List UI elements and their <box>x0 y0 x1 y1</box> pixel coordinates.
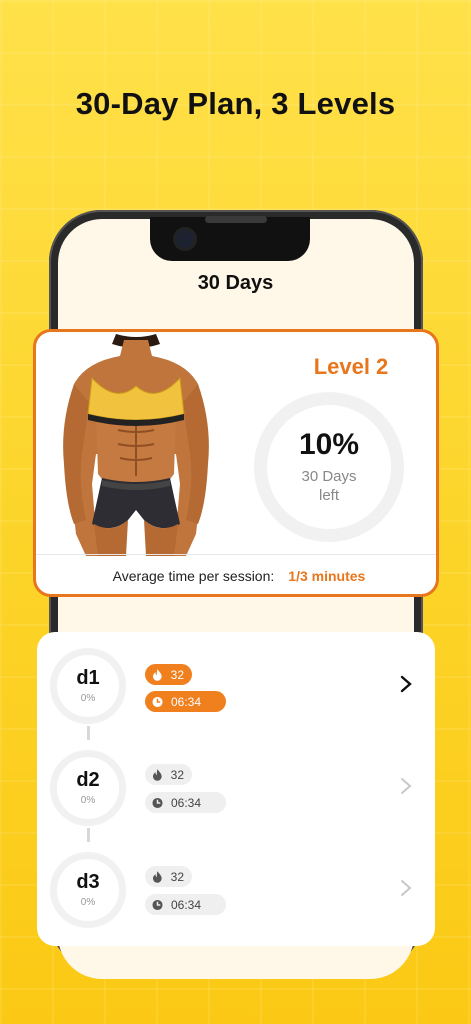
headline: 30-Day Plan, 3 Levels <box>75 86 396 121</box>
chevron-right-icon[interactable] <box>399 776 413 796</box>
day-row-d1[interactable]: d1 0% 32 06:34 <box>37 632 435 732</box>
average-time-label: Average time per session: <box>112 568 275 584</box>
calories-value: 32 <box>170 869 184 884</box>
day-row-d2[interactable]: d2 0% 32 06:34 <box>37 734 435 834</box>
duration-value: 06:34 <box>171 694 202 709</box>
clock-icon <box>152 797 163 808</box>
day-progress-circle: d1 0% <box>50 648 126 724</box>
day-percent: 0% <box>80 795 96 806</box>
days-left: 30 Days left <box>254 467 404 505</box>
day-progress-circle: d2 0% <box>50 750 126 826</box>
calories-badge: 32 <box>145 664 192 685</box>
card-divider <box>36 554 436 555</box>
calories-badge: 32 <box>145 764 192 785</box>
chevron-right-icon[interactable] <box>399 878 413 898</box>
level-label: Level 2 <box>313 354 389 379</box>
duration-value: 06:34 <box>171 897 202 912</box>
fitness-model-illustration <box>63 334 209 556</box>
calories-value: 32 <box>170 667 184 682</box>
duration-badge: 06:34 <box>145 894 226 915</box>
duration-value: 06:34 <box>171 795 202 810</box>
day-list: d1 0% 32 06:34 d2 0% 32 06:34 d3 0% 32 0… <box>37 632 435 946</box>
clock-icon <box>152 696 163 707</box>
flame-icon <box>152 768 162 781</box>
flame-icon <box>152 870 162 883</box>
level-card[interactable]: Level 2 10% 30 Days left Average time pe… <box>33 329 439 597</box>
average-time-value: 1/3 minutes <box>288 568 366 584</box>
flame-icon <box>152 668 162 681</box>
day-name: d3 <box>76 871 100 893</box>
day-name: d1 <box>76 667 100 689</box>
average-time-row: Average time per session: 1/3 minutes <box>36 568 436 584</box>
days-left-count: 30 Days <box>301 468 357 485</box>
day-row-d3[interactable]: d3 0% 32 06:34 <box>37 836 435 936</box>
phone-notch <box>150 217 310 261</box>
screen-title: 30 Days <box>197 272 274 294</box>
progress-percent: 10% <box>298 428 360 461</box>
clock-icon <box>152 899 163 910</box>
chevron-right-icon[interactable] <box>399 674 413 694</box>
duration-badge: 06:34 <box>145 792 226 813</box>
day-name: d2 <box>76 769 100 791</box>
calories-value: 32 <box>170 767 184 782</box>
day-percent: 0% <box>80 693 96 704</box>
camera-icon <box>176 230 194 248</box>
phone-speaker <box>205 216 267 223</box>
day-progress-circle: d3 0% <box>50 852 126 928</box>
calories-badge: 32 <box>145 866 192 887</box>
days-left-suffix: left <box>318 487 339 504</box>
day-percent: 0% <box>80 897 96 908</box>
duration-badge: 06:34 <box>145 691 226 712</box>
